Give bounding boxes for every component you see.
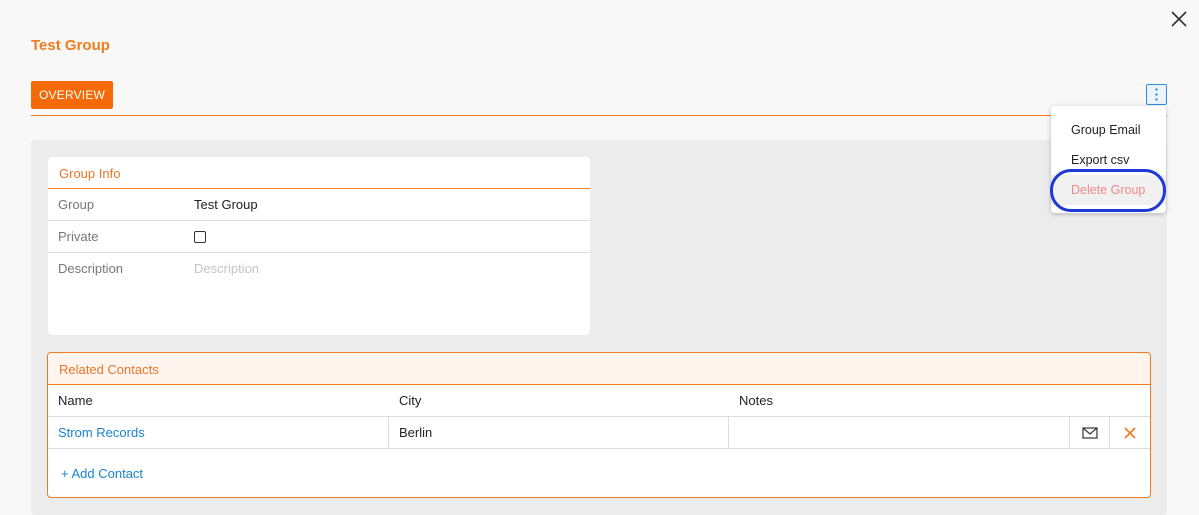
actions-menu: Group Email Export csv Delete Group [1051,106,1166,213]
column-header-city: City [399,393,422,408]
tab-overview[interactable]: OVERVIEW [31,81,114,109]
close-button[interactable] [1168,8,1190,30]
description-label: Description [58,261,124,276]
close-icon [1171,11,1187,27]
remove-contact-button[interactable] [1110,417,1150,448]
table-header: Name City Notes [48,385,1150,417]
contact-name-link[interactable]: Strom Records [48,417,389,448]
description-input[interactable] [194,260,590,276]
group-value: Test Group [194,197,258,212]
private-checkbox[interactable] [194,231,206,243]
group-info-card: Group Info Group Test Group Private Desc… [48,157,590,335]
add-contact-button[interactable]: + Add Contact [61,466,143,481]
group-detail-page: Test Group OVERVIEW Group Info Group Tes… [0,0,1199,515]
group-label: Group [58,197,95,212]
remove-x-icon [1124,426,1136,439]
related-contacts-title: Related Contacts [48,353,1150,385]
menu-item-export-csv[interactable]: Export csv [1051,145,1166,175]
contact-notes [729,417,1070,448]
menu-item-delete-group[interactable]: Delete Group [1051,175,1166,205]
related-contacts-card: Related Contacts Name City Notes Strom R… [47,352,1151,498]
table-row: Strom Records Berlin [48,417,1150,449]
contact-city: Berlin [389,417,729,448]
private-label: Private [58,229,99,244]
mail-icon [1081,426,1098,439]
description-row: Description [48,253,590,276]
tab-divider [31,115,1167,116]
group-info-title: Group Info [48,157,590,189]
column-header-notes: Notes [739,393,773,408]
menu-item-group-email[interactable]: Group Email [1051,115,1166,145]
page-title: Test Group [31,37,110,54]
more-actions-button[interactable] [1146,84,1167,105]
email-contact-button[interactable] [1070,417,1110,448]
private-row: Private [48,221,590,253]
column-header-name: Name [58,393,93,408]
kebab-menu-icon [1155,88,1158,101]
group-row: Group Test Group [48,189,590,221]
